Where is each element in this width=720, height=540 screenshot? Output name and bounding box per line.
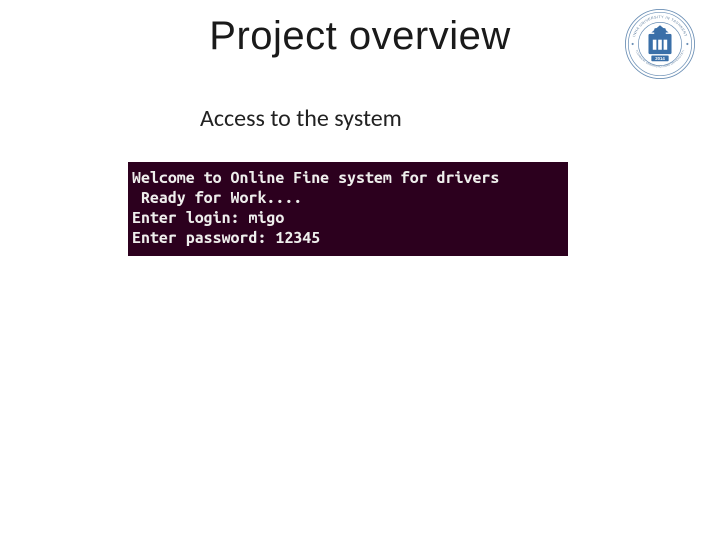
terminal-line: Enter login: migo: [132, 208, 564, 228]
slide-title: Project overview: [0, 14, 720, 59]
university-logo: INHA UNIVERSITY IN TASHKENT TOSHKENT SHA…: [624, 8, 696, 80]
logo-seal-icon: INHA UNIVERSITY IN TASHKENT TOSHKENT SHA…: [624, 8, 696, 80]
slide-subtitle: Access to the system: [200, 104, 402, 133]
logo-year: 2014: [655, 56, 665, 61]
terminal-line: Enter password: 12345: [132, 228, 564, 248]
terminal-line: Ready for Work....: [132, 188, 564, 208]
terminal-line: Welcome to Online Fine system for driver…: [132, 168, 564, 188]
terminal-window: Welcome to Online Fine system for driver…: [128, 162, 568, 256]
